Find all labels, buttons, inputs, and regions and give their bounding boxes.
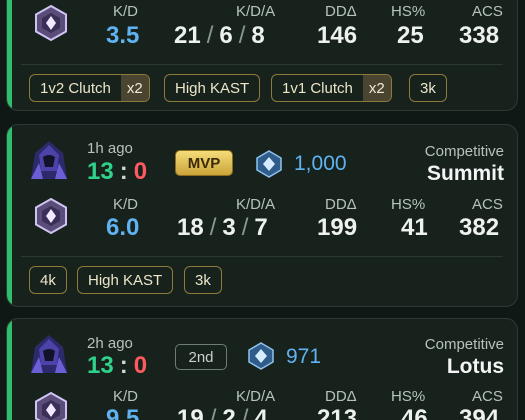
acs-value: 338 bbox=[459, 22, 500, 49]
score-won: 13 bbox=[87, 352, 114, 379]
game-mode: Competitive bbox=[424, 336, 504, 353]
rr-rank-icon bbox=[256, 150, 282, 178]
deaths-value: 3 bbox=[222, 214, 236, 241]
kda-separator: / bbox=[238, 22, 246, 49]
hs-value: 41 bbox=[401, 214, 428, 241]
kda-header: K/D/A bbox=[236, 3, 276, 20]
kills-value: 18 bbox=[177, 214, 204, 241]
match-score: 13:0 bbox=[87, 352, 147, 380]
match-time-ago: 1h ago bbox=[87, 140, 133, 157]
hs-value: 25 bbox=[397, 22, 424, 49]
deaths-value: 2 bbox=[222, 405, 236, 420]
kd-value: 6.0 bbox=[106, 214, 140, 241]
dd-header: DDΔ bbox=[325, 388, 357, 405]
kda-header: K/D/A bbox=[236, 196, 276, 213]
tag-label: 1v2 Clutch bbox=[40, 79, 111, 97]
kd-header: K/D bbox=[113, 196, 139, 213]
win-accent-bar bbox=[7, 319, 12, 420]
kda-separator: / bbox=[209, 214, 217, 241]
map-name: Lotus bbox=[446, 355, 504, 378]
win-accent-bar bbox=[7, 125, 12, 306]
match-card-3[interactable]: 2h ago 13:0 2nd 971 Competitive Lotus K/… bbox=[6, 318, 518, 420]
acs-value: 382 bbox=[459, 214, 500, 241]
hooded-agent-icon bbox=[31, 335, 67, 373]
tag-chip: 3k bbox=[184, 266, 222, 294]
kills-value: 19 bbox=[177, 405, 204, 420]
acs-header: ACS bbox=[472, 3, 503, 20]
acs-header: ACS bbox=[472, 388, 503, 405]
score-lost: 0 bbox=[133, 158, 148, 185]
tag-chip: 1v2 Clutch x2 bbox=[29, 74, 150, 102]
kda-separator: / bbox=[241, 214, 249, 241]
tag-label: High KAST bbox=[88, 271, 163, 289]
match-card-1[interactable]: K/D K/D/A DDΔ HS% ACS 3.5 21/6/8 146 25 … bbox=[6, 0, 518, 111]
rr-rank-icon bbox=[248, 342, 274, 370]
acs-value: 394 bbox=[459, 405, 500, 420]
rank-badge-icon bbox=[35, 391, 67, 420]
kd-value: 9.5 bbox=[106, 405, 140, 420]
assists-value: 7 bbox=[254, 214, 268, 241]
card-divider bbox=[21, 256, 503, 257]
tag-chip: 1v1 Clutch x2 bbox=[271, 74, 392, 102]
dd-header: DDΔ bbox=[325, 3, 357, 20]
kda-separator: / bbox=[209, 405, 217, 420]
tag-multiplier: x2 bbox=[120, 75, 149, 101]
hs-header: HS% bbox=[391, 388, 426, 405]
kda-value: 18/3/7 bbox=[177, 214, 268, 242]
tag-label: 3k bbox=[420, 79, 436, 97]
tag-chip: 3k bbox=[409, 74, 447, 102]
kda-value: 21/6/8 bbox=[174, 22, 265, 50]
tag-chip: High KAST bbox=[164, 74, 261, 102]
kda-value: 19 / 2 / 4 bbox=[177, 405, 268, 420]
card-divider bbox=[21, 64, 503, 65]
assists-value: 4 bbox=[254, 405, 268, 420]
mvp-badge: MVP bbox=[175, 150, 233, 176]
hs-header: HS% bbox=[391, 3, 426, 20]
score-lost: 0 bbox=[133, 352, 148, 379]
rr-value: 1,000 bbox=[294, 152, 347, 175]
rank-badge-icon bbox=[35, 197, 67, 235]
score-won: 13 bbox=[87, 158, 114, 185]
tag-label: 1v1 Clutch bbox=[282, 79, 353, 97]
tag-chip: High KAST bbox=[77, 266, 174, 294]
win-accent-bar bbox=[7, 0, 12, 110]
match-score: 13:0 bbox=[87, 158, 147, 186]
deaths-value: 6 bbox=[219, 22, 233, 49]
kda-separator: / bbox=[206, 22, 214, 49]
kda-separator: / bbox=[241, 405, 249, 420]
acs-header: ACS bbox=[472, 196, 503, 213]
tag-label: High KAST bbox=[175, 79, 250, 97]
rank-badge-icon bbox=[35, 4, 67, 42]
tag-label: 3k bbox=[195, 271, 211, 289]
score-separator: : bbox=[119, 158, 128, 185]
map-name: Summit bbox=[426, 162, 504, 185]
kd-header: K/D bbox=[113, 388, 139, 405]
dd-header: DDΔ bbox=[325, 196, 357, 213]
dd-value: 199 bbox=[317, 214, 358, 241]
tag-multiplier: x2 bbox=[362, 75, 391, 101]
dd-value: 213 bbox=[317, 405, 358, 420]
game-mode: Competitive bbox=[424, 143, 504, 160]
kd-value: 3.5 bbox=[106, 22, 140, 49]
tag-chip: 4k bbox=[29, 266, 67, 294]
kills-value: 21 bbox=[174, 22, 201, 49]
match-card-2[interactable]: 1h ago 13:0 MVP 1,000 Competitive Summit… bbox=[6, 124, 518, 307]
placement-badge: 2nd bbox=[175, 344, 227, 370]
match-time-ago: 2h ago bbox=[87, 335, 133, 352]
score-separator: : bbox=[119, 352, 128, 379]
assists-value: 8 bbox=[251, 22, 265, 49]
dd-value: 146 bbox=[317, 22, 358, 49]
hooded-agent-icon bbox=[31, 141, 67, 179]
kd-header: K/D bbox=[113, 3, 139, 20]
kda-header: K/D/A bbox=[236, 388, 276, 405]
hs-value: 46 bbox=[401, 405, 428, 420]
tag-label: 4k bbox=[40, 271, 56, 289]
hs-header: HS% bbox=[391, 196, 426, 213]
rr-value: 971 bbox=[286, 345, 322, 368]
